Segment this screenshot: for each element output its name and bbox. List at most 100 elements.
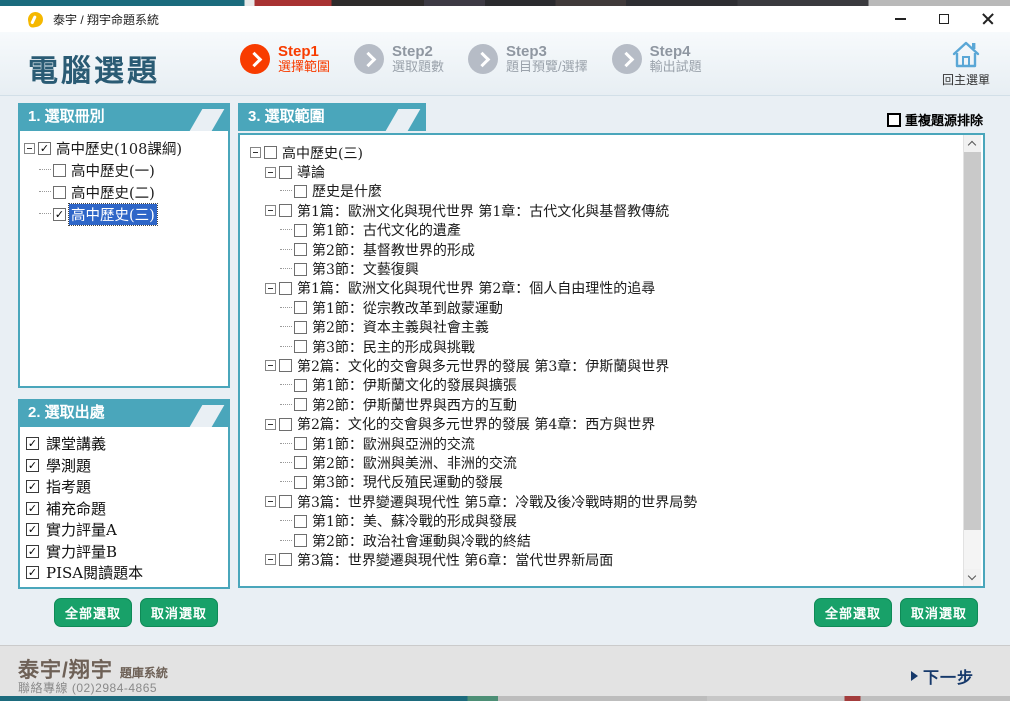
checkbox[interactable] bbox=[279, 204, 292, 218]
expand-toggle-icon[interactable] bbox=[265, 166, 276, 178]
checkbox[interactable]: ✓ bbox=[26, 458, 39, 472]
checkbox[interactable] bbox=[294, 514, 307, 528]
tree-item[interactable]: 第1節：古代文化的遺產 bbox=[250, 221, 959, 240]
chevron-down-icon bbox=[967, 571, 977, 581]
checkbox[interactable] bbox=[53, 185, 66, 199]
tree-item[interactable]: 第3篇：世界變遷與現代性 第5章：冷戰及後冷戰時期的世界局勢 bbox=[250, 492, 959, 511]
tree-item[interactable]: 第1篇：歐洲文化與現代世界 第1章：古代文化與基督教傳統 bbox=[250, 201, 959, 220]
tree-connector-line bbox=[280, 268, 292, 270]
tree-item[interactable]: 第2篇：文化的交會與多元世界的發展 第3章：伊斯蘭與世界 bbox=[250, 356, 959, 375]
tree-item[interactable]: ✓ 高中歷史(108課綱) bbox=[24, 137, 224, 159]
checkbox[interactable] bbox=[279, 165, 292, 179]
checkbox[interactable] bbox=[294, 378, 307, 392]
tree-item[interactable]: 導論 bbox=[250, 162, 959, 181]
step-2[interactable]: Step2 選取題數 bbox=[354, 43, 444, 75]
checkbox[interactable]: ✓ bbox=[26, 501, 39, 515]
tree-item[interactable]: 第2節：基督教世界的形成 bbox=[250, 240, 959, 259]
expand-toggle-icon[interactable] bbox=[265, 205, 276, 217]
checkbox[interactable]: ✓ bbox=[26, 566, 39, 580]
checkbox[interactable] bbox=[279, 553, 292, 567]
select-all-button[interactable]: 全部選取 bbox=[53, 598, 132, 627]
tree-item[interactable]: 第1節：美、蘇冷戰的形成與發展 bbox=[250, 511, 959, 530]
source-item[interactable]: ✓ 實力評量A bbox=[26, 519, 222, 541]
tree-item[interactable]: 第2節：政治社會運動與冷戰的終結 bbox=[250, 531, 959, 550]
close-button[interactable] bbox=[966, 6, 1010, 32]
tree-item[interactable]: 高中歷史(三) bbox=[250, 143, 959, 162]
checkbox[interactable] bbox=[294, 456, 307, 470]
checkbox[interactable] bbox=[294, 340, 307, 354]
maximize-button[interactable] bbox=[922, 6, 966, 32]
home-label: 回主選單 bbox=[941, 73, 990, 87]
checkbox[interactable] bbox=[279, 281, 292, 295]
tree-item[interactable]: 第2節：資本主義與社會主義 bbox=[250, 318, 959, 337]
checkbox[interactable] bbox=[264, 146, 277, 160]
checkbox[interactable]: ✓ bbox=[53, 207, 66, 221]
tree-item[interactable]: 第1節：歐洲與亞洲的交流 bbox=[250, 434, 959, 453]
tree-item[interactable]: 第2節：伊斯蘭世界與西方的互動 bbox=[250, 395, 959, 414]
checkbox[interactable]: ✓ bbox=[26, 437, 39, 451]
source-item[interactable]: ✓ 學測題 bbox=[26, 455, 222, 477]
tree-item[interactable]: 第2篇：文化的交會與多元世界的發展 第4章：西方與世界 bbox=[250, 414, 959, 433]
source-item[interactable]: ✓ 指考題 bbox=[26, 476, 222, 498]
tree-item[interactable]: 第3節：現代反殖民運動的發展 bbox=[250, 473, 959, 492]
deselect-all-button[interactable]: 取消選取 bbox=[899, 598, 978, 627]
checkbox[interactable] bbox=[294, 301, 307, 315]
checkbox[interactable] bbox=[294, 534, 307, 547]
step-1[interactable]: Step1 選擇範圍 bbox=[240, 43, 330, 75]
checkbox[interactable] bbox=[294, 320, 307, 334]
checkbox[interactable]: ✓ bbox=[38, 141, 51, 155]
tree-item[interactable]: 第1節：伊斯蘭文化的發展與擴張 bbox=[250, 376, 959, 395]
minimize-button[interactable] bbox=[878, 6, 922, 32]
checkbox[interactable] bbox=[294, 184, 307, 198]
expand-toggle-icon[interactable] bbox=[24, 142, 35, 154]
checkbox[interactable] bbox=[279, 417, 292, 431]
dedupe-checkbox[interactable] bbox=[886, 112, 901, 127]
source-label: 課堂講義 bbox=[46, 435, 107, 454]
tree-item[interactable]: 第1節：從宗教改革到啟蒙運動 bbox=[250, 298, 959, 317]
tree-item[interactable]: 第3節：文藝復興 bbox=[250, 259, 959, 278]
checkbox[interactable] bbox=[294, 398, 307, 412]
tree-item[interactable]: 第1篇：歐洲文化與現代世界 第2章：個人自由理性的追尋 bbox=[250, 279, 959, 298]
panel-select-scope-headrow: 3. 選取範圍 重複題源排除 bbox=[238, 103, 985, 133]
expand-toggle-icon[interactable] bbox=[265, 282, 276, 294]
scrollbar-thumb[interactable] bbox=[964, 152, 981, 530]
home-button[interactable]: 回主選單 bbox=[938, 38, 994, 88]
expand-toggle-icon[interactable] bbox=[265, 554, 276, 566]
tree-item[interactable]: 第2節：歐洲與美洲、非洲的交流 bbox=[250, 453, 959, 472]
deselect-all-button[interactable]: 取消選取 bbox=[139, 598, 218, 627]
step-name: Step1 bbox=[278, 43, 319, 60]
next-step-button[interactable]: 下一步 bbox=[910, 664, 974, 688]
checkbox[interactable]: ✓ bbox=[26, 544, 39, 558]
scroll-up-button[interactable] bbox=[964, 135, 981, 152]
checkbox[interactable]: ✓ bbox=[26, 523, 39, 537]
tree-item[interactable]: 第3篇：世界變遷與現代性 第6章：當代世界新局面 bbox=[250, 550, 959, 569]
tree-item[interactable]: 高中歷史(二) bbox=[24, 181, 224, 203]
checkbox[interactable] bbox=[294, 223, 307, 237]
checkbox[interactable] bbox=[294, 475, 307, 489]
step-3[interactable]: Step3 題目預覽/選擇 bbox=[468, 43, 588, 75]
tree-item[interactable]: 歷史是什麼 bbox=[250, 182, 959, 201]
checkbox[interactable] bbox=[294, 243, 307, 257]
scrollbar[interactable] bbox=[963, 135, 981, 586]
source-item[interactable]: ✓ 實力評量B bbox=[26, 541, 222, 563]
checkbox[interactable] bbox=[294, 437, 307, 451]
checkbox[interactable] bbox=[53, 163, 66, 177]
expand-toggle-icon[interactable] bbox=[250, 147, 261, 159]
checkbox[interactable] bbox=[279, 495, 292, 509]
expand-toggle-icon[interactable] bbox=[265, 418, 276, 430]
expand-toggle-icon[interactable] bbox=[265, 360, 276, 372]
scroll-down-button[interactable] bbox=[964, 569, 981, 586]
tree-item[interactable]: 第3節：民主的形成與挑戰 bbox=[250, 337, 959, 356]
checkbox[interactable]: ✓ bbox=[26, 480, 39, 494]
tree-item[interactable]: 高中歷史(一) bbox=[24, 159, 224, 181]
source-item[interactable]: ✓ 補充命題 bbox=[26, 498, 222, 520]
expand-toggle-icon[interactable] bbox=[265, 496, 276, 508]
select-all-button[interactable]: 全部選取 bbox=[813, 598, 892, 627]
dedupe-checkbox-row[interactable]: 重複題源排除 bbox=[886, 110, 983, 129]
source-item[interactable]: ✓ 課堂講義 bbox=[26, 433, 222, 455]
source-item[interactable]: ✓ PISA閱讀題本 bbox=[26, 562, 222, 584]
step-4[interactable]: Step4 輸出試題 bbox=[611, 43, 702, 75]
checkbox[interactable] bbox=[279, 359, 292, 373]
tree-item[interactable]: ✓ 高中歷史(三) bbox=[24, 202, 224, 226]
checkbox[interactable] bbox=[294, 262, 307, 276]
